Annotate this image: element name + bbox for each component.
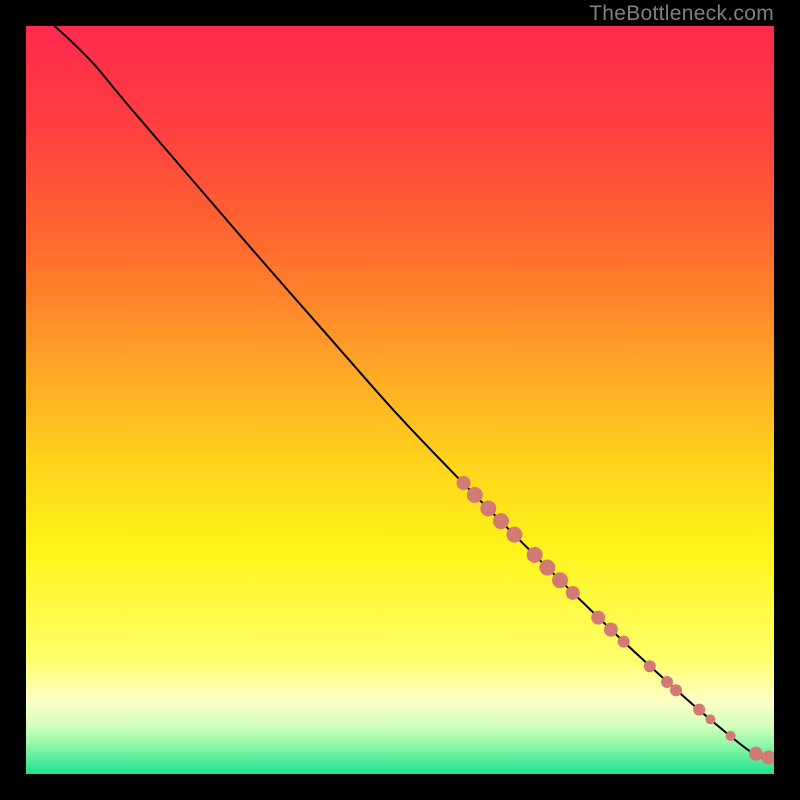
gradient-background xyxy=(26,26,774,774)
curve-marker xyxy=(539,560,555,576)
curve-marker xyxy=(670,684,682,696)
curve-marker xyxy=(705,714,715,724)
curve-marker xyxy=(493,513,509,529)
curve-marker xyxy=(749,747,763,761)
chart-stage: TheBottleneck.com xyxy=(0,0,800,800)
curve-marker xyxy=(467,487,483,503)
curve-marker xyxy=(644,660,656,672)
curve-marker xyxy=(726,731,736,741)
chart-svg xyxy=(26,26,774,774)
curve-marker xyxy=(661,676,673,688)
curve-marker xyxy=(552,572,568,588)
curve-marker xyxy=(527,547,543,563)
curve-marker xyxy=(604,623,618,637)
curve-marker xyxy=(618,636,630,648)
curve-marker xyxy=(457,476,471,490)
watermark-text: TheBottleneck.com xyxy=(589,2,774,26)
curve-marker xyxy=(591,611,605,625)
curve-marker xyxy=(693,704,705,716)
plot-area xyxy=(26,26,774,774)
curve-marker xyxy=(506,527,522,543)
curve-marker xyxy=(566,586,580,600)
curve-marker xyxy=(480,500,496,516)
